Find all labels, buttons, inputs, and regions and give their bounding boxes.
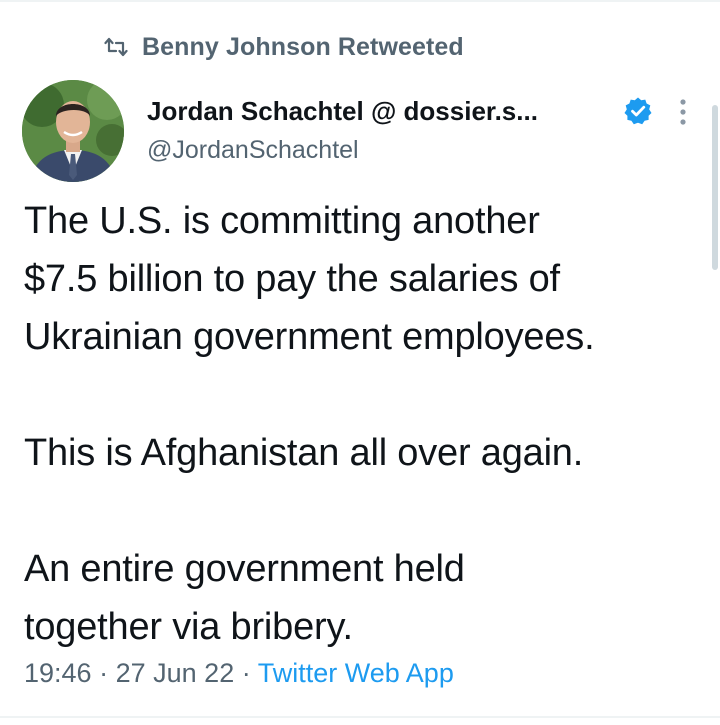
retweet-icon (104, 37, 128, 57)
tweet-source-link[interactable]: Twitter Web App (258, 658, 454, 688)
tweet-date[interactable]: 27 Jun 22 (116, 658, 235, 688)
tweet-paragraph: This is Afghanistan all over again. (24, 432, 584, 474)
tweet-body: The U.S. is committing another $7.5 bill… (24, 192, 714, 656)
avatar[interactable] (22, 80, 124, 182)
tweet-paragraph: The U.S. is committing another $7.5 bill… (24, 200, 595, 358)
more-options-icon[interactable] (675, 96, 691, 128)
bottom-divider (0, 716, 720, 718)
author-handle[interactable]: @JordanSchachtel (147, 136, 687, 165)
scrollbar[interactable] (712, 105, 718, 270)
tweet-meta: 19:46 · 27 Jun 22 · Twitter Web App (24, 658, 454, 689)
retweet-label: Benny Johnson Retweeted (142, 32, 464, 61)
tweet-header: Jordan Schachtel @ dossier.s... @JordanS… (147, 92, 687, 165)
verified-badge-icon (623, 96, 653, 131)
tweet-paragraph: An entire government held together via b… (24, 548, 465, 648)
top-divider (0, 0, 720, 2)
tweet-time[interactable]: 19:46 (24, 658, 92, 688)
meta-separator: · (99, 658, 109, 688)
author-display-name[interactable]: Jordan Schachtel @ dossier.s... (147, 96, 538, 127)
meta-separator: · (241, 658, 251, 688)
retweet-banner[interactable]: Benny Johnson Retweeted (104, 32, 464, 62)
